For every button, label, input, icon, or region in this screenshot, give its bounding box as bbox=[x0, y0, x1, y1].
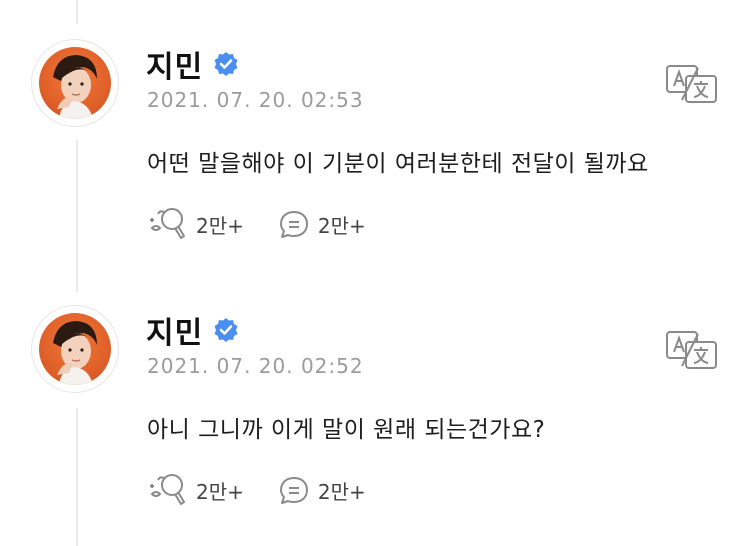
author-row: 지민 bbox=[146, 312, 239, 351]
timestamp: 2021. 07. 20. 02:53 bbox=[147, 88, 364, 112]
comment-bubble-icon bbox=[279, 211, 308, 238]
comment-count: 2만+ bbox=[317, 479, 366, 504]
translate-button[interactable] bbox=[664, 64, 718, 104]
like-count: 2만+ bbox=[196, 479, 244, 504]
post-text: 아니 그니까 이게 말이 원래 되는건가요? bbox=[147, 417, 546, 443]
author-row: 지민 bbox=[146, 46, 239, 85]
like-button[interactable]: 2만+ bbox=[146, 206, 244, 242]
avatar[interactable] bbox=[32, 306, 118, 392]
lightstick-icon bbox=[150, 474, 185, 505]
comment-bubble-icon bbox=[279, 477, 308, 504]
like-button[interactable]: 2만+ bbox=[146, 472, 244, 508]
post: 지민 2021. 07. 20. 02:52 아니 그니까 이게 말이 원래 되… bbox=[0, 306, 740, 546]
avatar[interactable] bbox=[32, 40, 118, 126]
action-bar: 2만+ 2만+ bbox=[146, 206, 400, 242]
thread-line-top bbox=[76, 0, 78, 24]
like-count: 2만+ bbox=[196, 213, 244, 238]
translate-icon bbox=[666, 331, 717, 369]
author-name[interactable]: 지민 bbox=[146, 308, 203, 352]
translate-button[interactable] bbox=[664, 330, 718, 370]
author-name[interactable]: 지민 bbox=[146, 42, 203, 86]
timestamp: 2021. 07. 20. 02:52 bbox=[147, 354, 364, 378]
post: 지민 2021. 07. 20. 02:53 어떤 말을해야 이 기분이 여러분… bbox=[0, 40, 740, 280]
lightstick-icon bbox=[150, 208, 185, 239]
action-bar: 2만+ 2만+ bbox=[146, 472, 400, 508]
comment-button[interactable]: 2만+ bbox=[278, 208, 366, 240]
verified-badge-icon bbox=[213, 51, 239, 77]
translate-icon bbox=[666, 65, 717, 103]
post-text: 어떤 말을해야 이 기분이 여러분한테 전달이 될까요 bbox=[147, 151, 649, 177]
comment-button[interactable]: 2만+ bbox=[278, 474, 366, 506]
verified-badge-icon bbox=[213, 317, 239, 343]
comment-count: 2만+ bbox=[317, 213, 366, 238]
